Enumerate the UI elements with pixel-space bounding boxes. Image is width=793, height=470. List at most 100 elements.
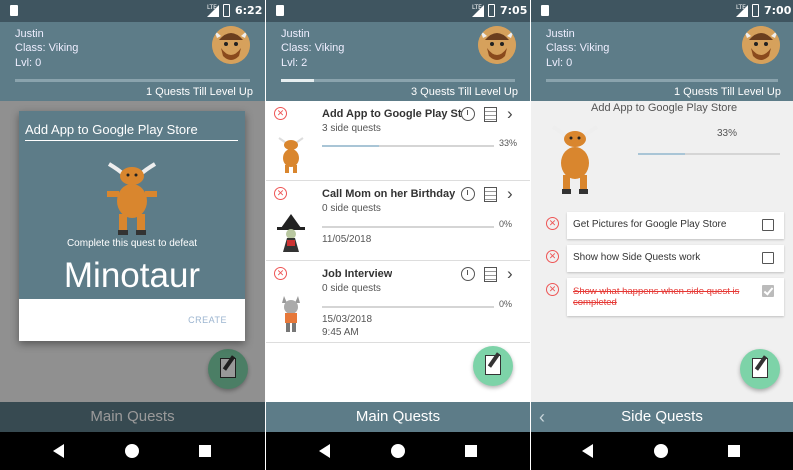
- player-level: Lvl: 0: [15, 57, 42, 69]
- recent-apps-icon[interactable]: [465, 445, 477, 457]
- back-icon[interactable]: [319, 444, 330, 458]
- home-icon[interactable]: [125, 444, 139, 458]
- list-item[interactable]: ✕ Add App to Google Play Store 3 side qu…: [266, 101, 530, 181]
- bottom-title: Main Quests: [355, 408, 441, 425]
- dialog-footer: CREATE: [19, 299, 245, 341]
- calendar-icon[interactable]: [484, 107, 497, 122]
- cat-icon: [282, 296, 300, 332]
- side-quest-count: 0 side quests: [322, 283, 381, 294]
- quest-title: Call Mom on her Birthday: [322, 188, 456, 200]
- list-item[interactable]: ✕ Job Interview 0 side quests › 0% 15/03…: [266, 261, 530, 343]
- quest-title: Add App to Google Play Store: [591, 102, 738, 114]
- chevron-right-icon[interactable]: ›: [507, 104, 513, 124]
- status-bar: LTE 6:22: [0, 0, 265, 22]
- viking-avatar-icon: [478, 26, 516, 64]
- sd-card-icon: [10, 5, 18, 16]
- side-quest-count: 0 side quests: [322, 203, 381, 214]
- screen-create-quest: LTE 6:22 Justin Class: Viking Lvl: 0 1 Q…: [0, 0, 265, 470]
- quest-progress-bar: [322, 145, 494, 147]
- quest-progress-bar: [322, 226, 494, 228]
- quest-percent: 0%: [499, 219, 513, 229]
- nav-bar: [266, 432, 530, 470]
- chevron-right-icon[interactable]: ›: [507, 184, 513, 204]
- list-item[interactable]: ✕ Call Mom on her Birthday 0 side quests…: [266, 181, 530, 261]
- calendar-icon[interactable]: [484, 267, 497, 282]
- bottom-title-bar: Main Quests: [266, 402, 530, 432]
- quests-till-level: 1 Quests Till Level Up: [146, 86, 253, 98]
- home-icon[interactable]: [654, 444, 668, 458]
- add-quest-button[interactable]: [473, 346, 513, 386]
- quest-title-input[interactable]: [25, 121, 238, 141]
- delete-icon[interactable]: ✕: [274, 267, 287, 280]
- viking-avatar-icon: [742, 26, 780, 64]
- quest-time: 9:45 AM: [322, 327, 359, 338]
- quest-title: Job Interview: [322, 268, 393, 280]
- minotaur-icon: [551, 125, 599, 194]
- player-name: Justin: [546, 28, 575, 40]
- status-time: 7:00: [764, 4, 792, 17]
- list-item[interactable]: Get Pictures for Google Play Store: [567, 212, 784, 239]
- back-icon[interactable]: [582, 444, 593, 458]
- recent-apps-icon[interactable]: [728, 445, 740, 457]
- home-icon[interactable]: [391, 444, 405, 458]
- signal-icon: [207, 5, 219, 17]
- checkbox[interactable]: [762, 219, 774, 231]
- chevron-right-icon[interactable]: ›: [507, 264, 513, 284]
- list-item[interactable]: Show what happens when side quest is com…: [567, 278, 784, 316]
- nav-bar: [531, 432, 793, 470]
- witch-icon: [277, 214, 305, 252]
- sd-card-icon: [541, 5, 549, 16]
- list-item[interactable]: Show how Side Quests work: [567, 245, 784, 272]
- calendar-icon[interactable]: [484, 187, 497, 202]
- delete-icon[interactable]: ✕: [274, 107, 287, 120]
- xp-progress-bar: [546, 79, 778, 82]
- checkbox[interactable]: [762, 252, 774, 264]
- side-quest-label: Show what happens when side quest is com…: [573, 286, 740, 308]
- quest-percent: 33%: [717, 128, 738, 139]
- xp-progress-bar: [15, 79, 250, 82]
- quest-progress-fill: [638, 153, 685, 155]
- back-arrow-icon[interactable]: ‹: [539, 402, 545, 432]
- status-time: 6:22: [235, 4, 263, 17]
- signal-icon: [736, 5, 748, 17]
- add-side-quest-button[interactable]: [740, 349, 780, 389]
- delete-icon[interactable]: ✕: [546, 283, 559, 296]
- quest-percent: 33%: [499, 138, 518, 148]
- player-level: Lvl: 0: [546, 57, 573, 69]
- battery-icon: [488, 4, 495, 17]
- delete-icon[interactable]: ✕: [274, 187, 287, 200]
- minotaur-icon: [278, 137, 304, 173]
- back-icon[interactable]: [53, 444, 64, 458]
- player-level: Lvl: 2: [281, 57, 308, 69]
- delete-icon[interactable]: ✕: [546, 217, 559, 230]
- player-class: Class: Viking: [15, 42, 79, 54]
- recent-apps-icon[interactable]: [199, 445, 211, 457]
- status-time: 7:05: [500, 4, 528, 17]
- quest-title: Add App to Google Play Store: [322, 108, 462, 120]
- create-button[interactable]: CREATE: [188, 315, 227, 325]
- bottom-title: Side Quests: [621, 408, 703, 425]
- clock-icon[interactable]: [461, 187, 475, 201]
- screen-main-quests: LTE 7:05 Justin Class: Viking Lvl: 2 3 Q…: [266, 0, 530, 470]
- sd-card-icon: [276, 5, 284, 16]
- player-header: Justin Class: Viking Lvl: 0 1 Quests Til…: [531, 22, 793, 101]
- checkbox[interactable]: [762, 285, 774, 297]
- status-bar: LTE 7:05: [266, 0, 530, 22]
- quest-date: 11/05/2018: [322, 234, 372, 245]
- side-quest-label: Get Pictures for Google Play Store: [573, 219, 727, 230]
- screen-side-quests: LTE 7:00 Justin Class: Viking Lvl: 0 1 Q…: [531, 0, 793, 470]
- player-class: Class: Viking: [281, 42, 345, 54]
- player-header: Justin Class: Viking Lvl: 2 3 Quests Til…: [266, 22, 530, 101]
- clock-icon[interactable]: [461, 267, 475, 281]
- monster-name: Minotaur: [63, 256, 201, 295]
- battery-icon: [223, 4, 230, 17]
- delete-icon[interactable]: ✕: [546, 250, 559, 263]
- clock-icon[interactable]: [461, 107, 475, 121]
- quest-progress-bar: [638, 153, 780, 155]
- status-bar: LTE 7:00: [531, 0, 793, 22]
- battery-icon: [752, 4, 759, 17]
- quest-percent: 0%: [499, 299, 513, 309]
- quest-progress-bar: [322, 306, 494, 308]
- signal-icon: [472, 5, 484, 17]
- quest-date: 15/03/2018: [322, 314, 373, 325]
